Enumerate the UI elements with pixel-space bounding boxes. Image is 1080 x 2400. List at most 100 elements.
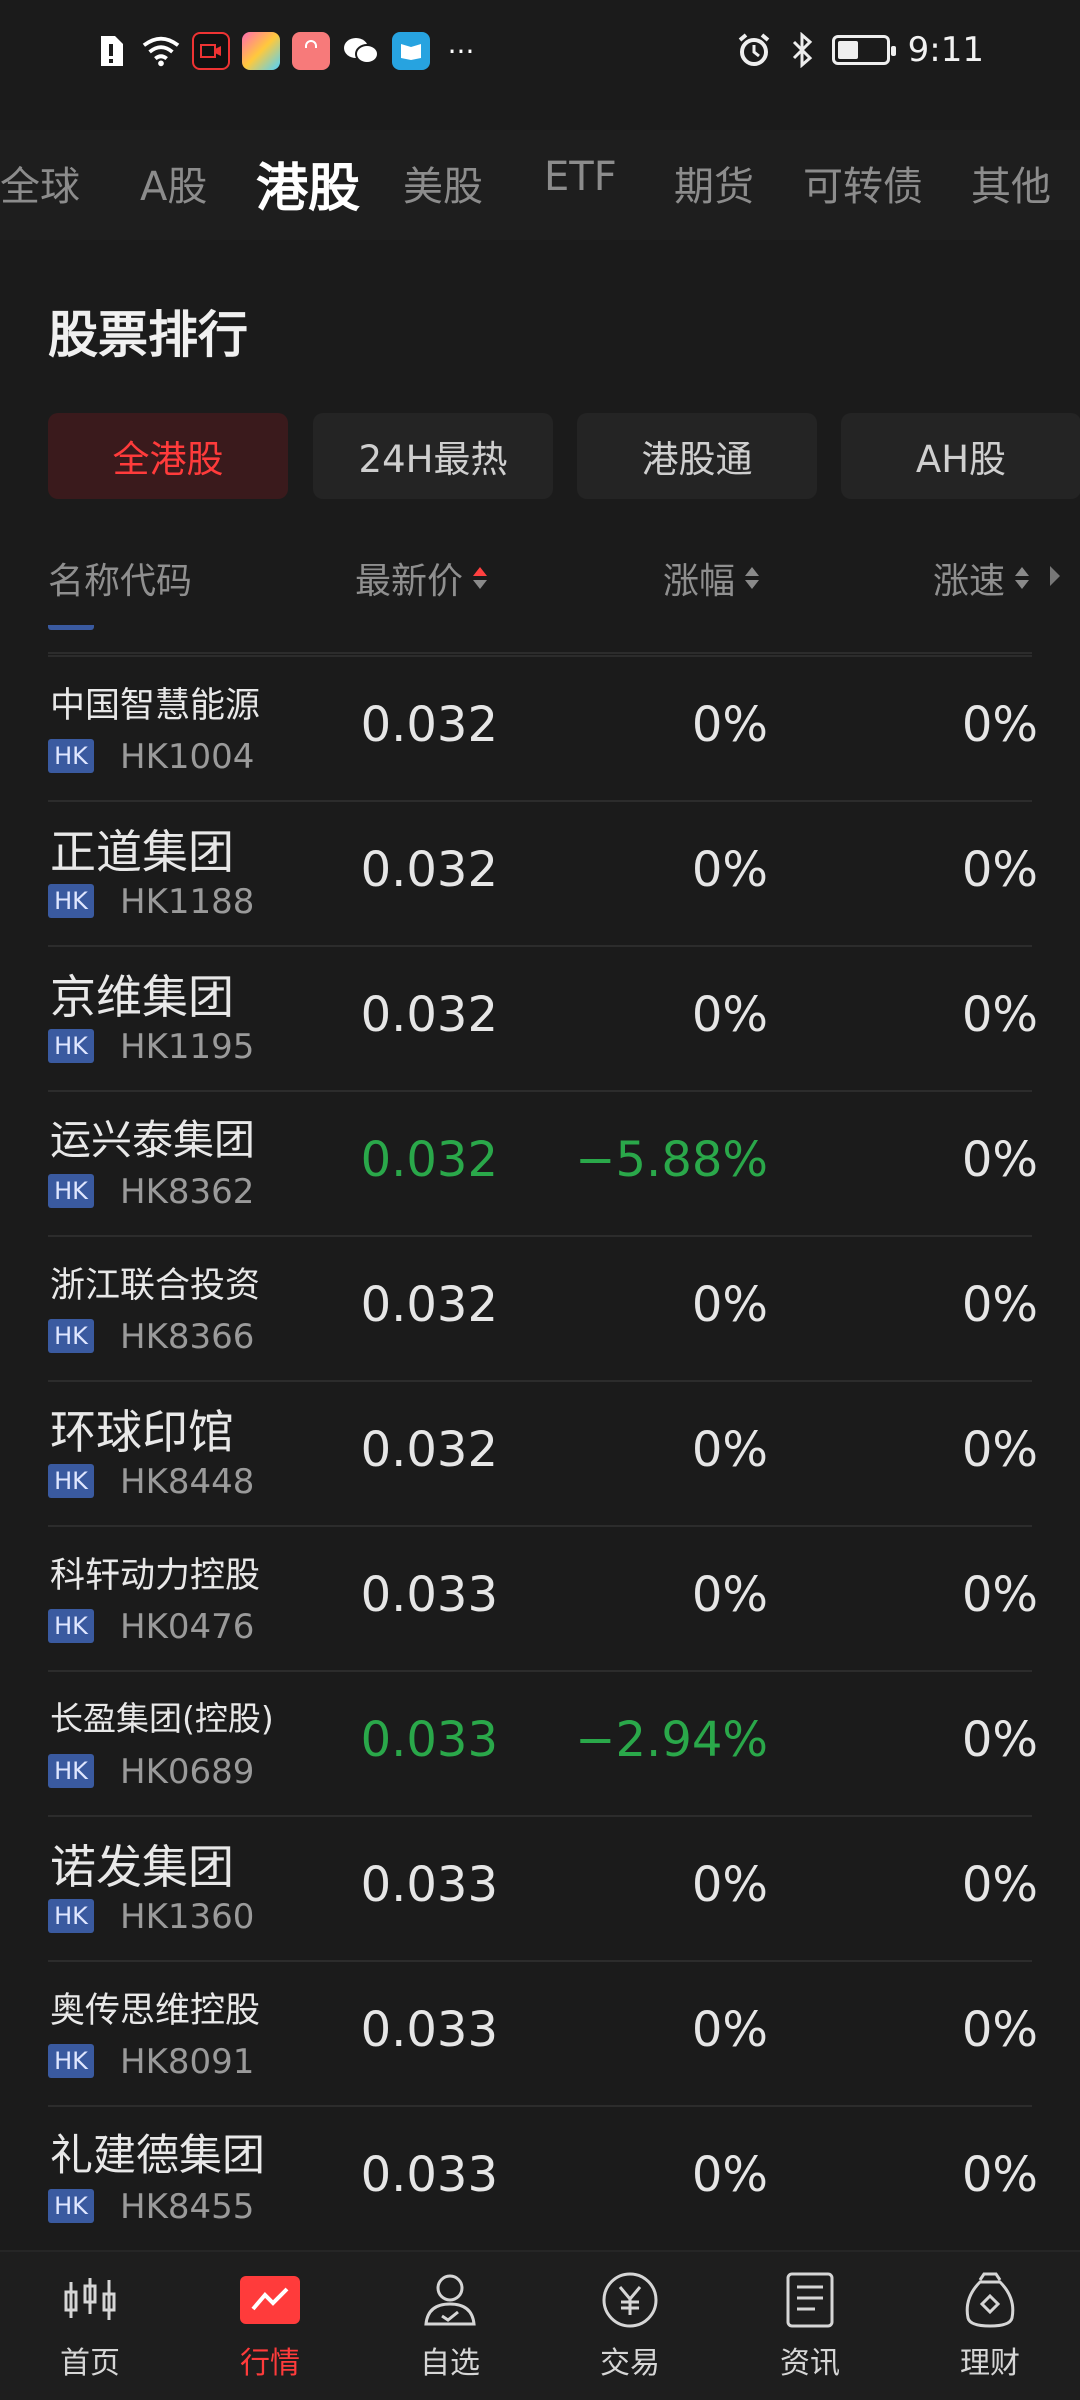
stock-speed: 0% [961,1132,1038,1188]
stock-name: 运兴泰集团 [50,1116,255,1164]
stock-name: 奥传思维控股 [50,1991,261,2031]
stock-price: 0.033 [360,1712,498,1768]
scroll-right-icon[interactable] [1050,566,1060,586]
market-tabs: 全球 A股 港股 美股 ETF 期货 可转债 其他 [0,130,1080,240]
stock-code: HK0476 [120,1607,255,1647]
market-badge: HK [48,1174,94,1208]
user-check-icon [418,2270,482,2330]
table-row[interactable]: 奥传思维控股 HK HK8091 0.033 0% 0% [0,1960,1080,2105]
stock-name: 中国智慧能源 [50,686,261,726]
battery-icon [831,35,896,65]
news-document-icon [778,2270,842,2330]
stock-speed: 0% [961,987,1038,1043]
tab-a-shares[interactable]: A股 [140,154,207,212]
tab-global[interactable]: 全球 [0,154,80,212]
market-badge: HK [48,1464,94,1498]
table-row[interactable]: 运兴泰集团 HK HK8362 0.032 −5.88% 0% [0,1090,1080,1235]
stock-price: 0.032 [360,1422,498,1478]
stock-name: 京维集团 [50,970,234,1024]
stock-price: 0.032 [360,987,498,1043]
stock-code: HK1188 [120,882,255,922]
stock-name: 正道集团 [50,825,234,879]
stock-code: HK1195 [120,1027,255,1067]
tab-hk-shares[interactable]: 港股 [256,146,360,221]
nav-label: 理财 [960,2346,1020,2381]
more-dots-icon: ··· [447,34,475,68]
table-row[interactable]: 中国智慧能源 HK HK1004 0.032 0% 0% [0,655,1080,800]
nav-wealth[interactable]: 理财 [900,2270,1080,2382]
tab-futures[interactable]: 期货 [674,154,754,212]
stock-price: 0.033 [360,2147,498,2203]
row-divider [48,652,1032,654]
filter-hk-connect[interactable]: 港股通 [577,413,817,499]
stock-name: 环球印馆 [50,1405,234,1459]
col-price-label: 最新价 [355,561,464,602]
app-shortcut-icon [242,32,280,70]
sort-arrows-icon [1015,567,1030,589]
table-row[interactable]: 浙江联合投资 HK HK8366 0.032 0% 0% [0,1235,1080,1380]
table-row[interactable]: 环球印馆 HK HK8448 0.032 0% 0% [0,1380,1080,1525]
money-bag-icon [958,2270,1022,2330]
col-speed-sort[interactable]: 涨速 [933,552,1030,604]
stock-name: 礼建德集团 [50,2131,265,2181]
stock-code: HK1004 [120,737,255,777]
clock: 9:11 [907,30,984,70]
filter-all-hk[interactable]: 全港股 [48,413,288,499]
nav-label: 自选 [420,2346,480,2381]
col-name-code: 名称代码 [48,552,192,604]
table-row[interactable]: 诺发集团 HK HK1360 0.033 0% 0% [0,1815,1080,1960]
row-divider [48,945,1032,947]
market-badge: HK [48,1754,94,1788]
stock-change: 0% [691,1422,768,1478]
table-row[interactable]: 科轩动力控股 HK HK0476 0.033 0% 0% [0,1525,1080,1670]
filter-ah-shares[interactable]: AH股 [841,413,1080,499]
row-divider [48,1235,1032,1237]
tab-etf[interactable]: ETF [544,154,617,200]
market-chart-icon [238,2270,302,2330]
market-badge: HK [48,2189,94,2223]
table-row[interactable]: 京维集团 HK HK1195 0.032 0% 0% [0,945,1080,1090]
market-badge: HK [48,1609,94,1643]
shopping-bag-icon [292,32,330,70]
nav-watchlist[interactable]: 自选 [360,2270,540,2382]
table-row[interactable]: 正道集团 HK HK1188 0.032 0% 0% [0,800,1080,945]
status-bar: ··· 9:11 [0,0,1080,110]
row-divider [48,1380,1032,1382]
stock-price: 0.032 [360,1277,498,1333]
stock-name: 浙江联合投资 [50,1266,261,1306]
stock-code: HK8366 [120,1317,255,1357]
stock-code: HK8455 [120,2187,255,2227]
col-speed-label: 涨速 [933,561,1006,602]
col-change-label: 涨幅 [663,561,736,602]
market-badge: HK [48,1319,94,1353]
market-badge: HK [48,739,94,773]
tab-others[interactable]: 其他 [971,154,1051,212]
stock-list: 中国智慧能源 HK HK1004 0.032 0% 0% 正道集团 HK HK1… [0,625,1080,2400]
stock-code: HK8362 [120,1172,255,1212]
nav-trade[interactable]: 交易 [540,2270,720,2382]
stock-name: 科轩动力控股 [50,1556,261,1596]
screen-record-icon [192,32,230,70]
sort-arrows-icon [473,567,488,589]
nav-market[interactable]: 行情 [180,2270,360,2382]
row-divider [48,1670,1032,1672]
row-divider [48,2105,1032,2107]
stock-speed: 0% [961,2002,1038,2058]
tab-us-shares[interactable]: 美股 [403,154,483,212]
col-change-sort[interactable]: 涨幅 [663,552,760,604]
nav-label: 资讯 [780,2346,840,2381]
stock-price: 0.032 [360,842,498,898]
nav-label: 交易 [600,2346,660,2381]
table-row[interactable]: 礼建德集团 HK HK8455 0.033 0% 0% [0,2105,1080,2250]
nav-home[interactable]: 首页 [0,2270,180,2382]
tab-convertible-bonds[interactable]: 可转债 [803,154,923,212]
row-divider [48,1525,1032,1527]
table-row[interactable]: 长盈集团(控股) HK HK0689 0.033 −2.94% 0% [0,1670,1080,1815]
stock-speed: 0% [961,1277,1038,1333]
stock-change: −2.94% [575,1712,768,1768]
nav-news[interactable]: 资讯 [720,2270,900,2382]
market-badge: HK [48,1899,94,1933]
col-price-sort[interactable]: 最新价 [355,552,488,604]
filter-24h-hot[interactable]: 24H最热 [313,413,553,499]
status-left-icons: ··· [92,32,480,70]
